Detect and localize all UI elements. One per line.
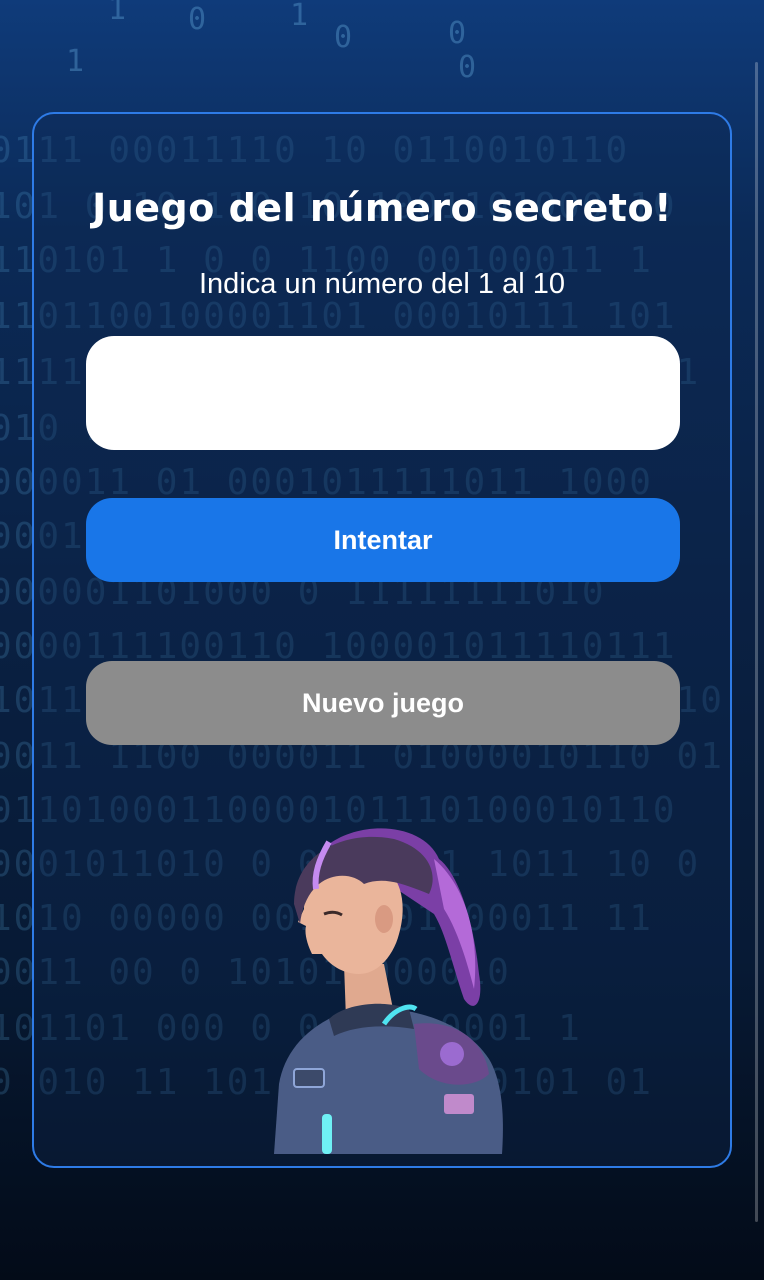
bg-digit: 0 (334, 20, 353, 55)
new-game-button[interactable]: Nuevo juego (86, 661, 680, 745)
try-button[interactable]: Intentar (86, 498, 680, 582)
game-card: Juego del número secreto! Indica un núme… (32, 112, 732, 1168)
bg-digit: 0 (448, 16, 467, 51)
bg-digit: 1 (108, 0, 127, 27)
instruction-text: Indica un número del 1 al 10 (199, 268, 565, 300)
bg-digit: 0 (458, 50, 477, 85)
bg-digit: 1 (66, 44, 85, 79)
astronaut-girl-illustration (274, 828, 503, 1154)
guess-input[interactable] (86, 336, 680, 450)
bg-digit: 0 (188, 2, 207, 37)
scrollbar[interactable] (755, 62, 758, 1222)
page-title: Juego del número secreto! (92, 186, 672, 230)
bg-digit: 1 (290, 0, 309, 33)
